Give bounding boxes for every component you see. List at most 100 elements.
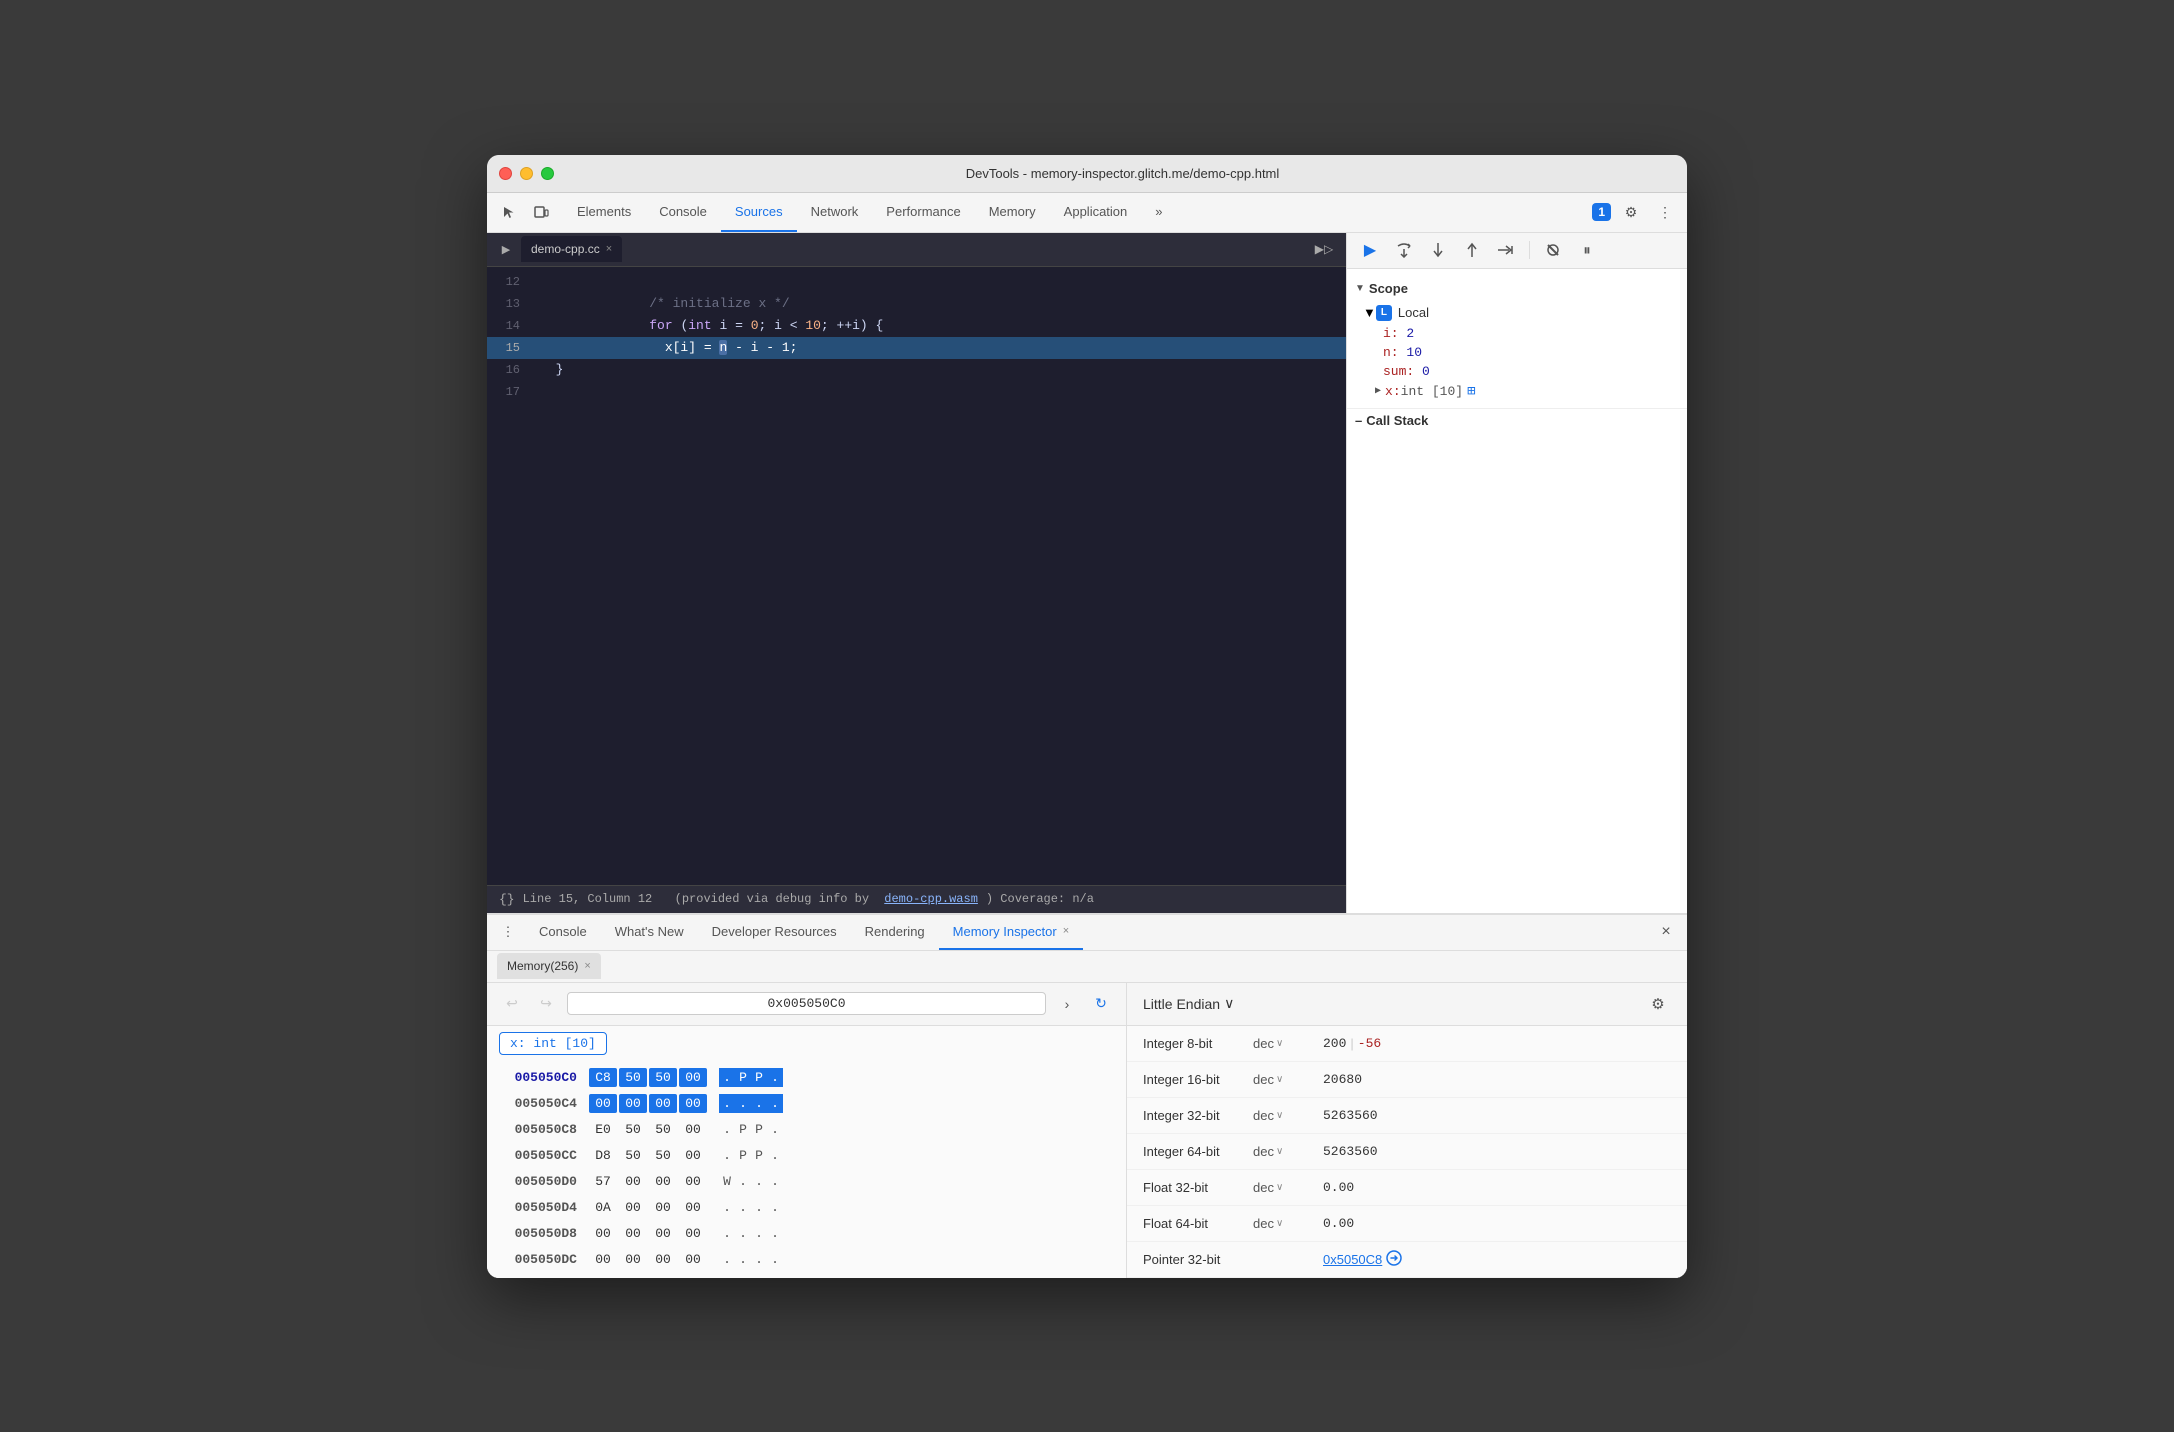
hex-byte-4-1[interactable]: 00 xyxy=(619,1172,647,1191)
tab-console[interactable]: Console xyxy=(645,193,721,232)
settings-btn[interactable]: ⚙ xyxy=(1617,198,1645,226)
hex-byte-1-3[interactable]: 00 xyxy=(679,1094,707,1113)
type-float64: Float 64-bit xyxy=(1143,1216,1253,1231)
notification-badge[interactable]: 1 xyxy=(1592,203,1611,221)
enc-int32[interactable]: dec ∨ xyxy=(1253,1108,1323,1123)
enc-float32[interactable]: dec ∨ xyxy=(1253,1180,1323,1195)
nav-back-btn[interactable]: ↩ xyxy=(499,991,525,1017)
deactivate-breakpoints-btn[interactable] xyxy=(1540,237,1566,263)
tab-more[interactable]: » xyxy=(1141,193,1176,232)
hex-byte-3-0[interactable]: D8 xyxy=(589,1146,617,1165)
bottom-tab-console[interactable]: Console xyxy=(525,914,601,950)
step-out-btn[interactable] xyxy=(1459,237,1485,263)
wasm-link[interactable]: demo-cpp.wasm xyxy=(884,892,978,906)
hex-byte-3-1[interactable]: 50 xyxy=(619,1146,647,1165)
hex-byte-0-1[interactable]: 50 xyxy=(619,1068,647,1087)
hex-byte-1-0[interactable]: 00 xyxy=(589,1094,617,1113)
enc-int16[interactable]: dec ∨ xyxy=(1253,1072,1323,1087)
hex-byte-7-2[interactable]: 00 xyxy=(649,1250,677,1269)
value-row-int64: Integer 64-bit dec ∨ 5263560 xyxy=(1127,1134,1687,1170)
tab-elements[interactable]: Elements xyxy=(563,193,645,232)
scope-header[interactable]: ▼ Scope xyxy=(1347,277,1687,300)
hex-byte-5-2[interactable]: 00 xyxy=(649,1198,677,1217)
file-tab-name: demo-cpp.cc xyxy=(531,242,600,256)
file-tab-close[interactable]: × xyxy=(606,243,612,255)
tab-performance[interactable]: Performance xyxy=(872,193,974,232)
enc-float64[interactable]: dec ∨ xyxy=(1253,1216,1323,1231)
tab-application[interactable]: Application xyxy=(1050,193,1142,232)
address-input[interactable] xyxy=(567,992,1046,1015)
more-options-btn[interactable]: ⋮ xyxy=(1651,198,1679,226)
bottom-menu-btn[interactable]: ⋮ xyxy=(495,919,521,945)
step-over-btn[interactable] xyxy=(1391,237,1417,263)
hex-byte-3-2[interactable]: 50 xyxy=(649,1146,677,1165)
nav-fwd-btn[interactable]: ↪ xyxy=(533,991,559,1017)
hex-byte-5-0[interactable]: 0A xyxy=(589,1198,617,1217)
enc-int64[interactable]: dec ∨ xyxy=(1253,1144,1323,1159)
memory-icon-x[interactable]: ⊞ xyxy=(1467,383,1475,400)
hex-byte-6-2[interactable]: 00 xyxy=(649,1224,677,1243)
local-header[interactable]: ▼ L Local xyxy=(1347,302,1687,324)
bottom-close-btn[interactable]: × xyxy=(1653,919,1679,945)
hex-byte-2-0[interactable]: E0 xyxy=(589,1120,617,1139)
bottom-tab-developer-resources[interactable]: Developer Resources xyxy=(698,914,851,950)
pointer-ext-icon[interactable] xyxy=(1386,1250,1402,1269)
hex-byte-3-3[interactable]: 00 xyxy=(679,1146,707,1165)
step-btn[interactable] xyxy=(1493,237,1519,263)
var-badge[interactable]: x: int [10] xyxy=(499,1032,607,1055)
tab-sources[interactable]: Sources xyxy=(721,193,797,232)
maximize-window-button[interactable] xyxy=(541,167,554,180)
close-window-button[interactable] xyxy=(499,167,512,180)
bottom-tab-rendering[interactable]: Rendering xyxy=(851,914,939,950)
hex-byte-4-0[interactable]: 57 xyxy=(589,1172,617,1191)
nav-next-addr-btn[interactable]: › xyxy=(1054,991,1080,1017)
hex-byte-2-2[interactable]: 50 xyxy=(649,1120,677,1139)
hex-byte-0-3[interactable]: 00 xyxy=(679,1068,707,1087)
file-tab-demo-cpp[interactable]: demo-cpp.cc × xyxy=(521,236,622,262)
hex-byte-2-1[interactable]: 50 xyxy=(619,1120,647,1139)
memory-subtab-256[interactable]: Memory(256) × xyxy=(497,953,601,979)
tab-memory[interactable]: Memory xyxy=(975,193,1050,232)
format-btn[interactable]: ▶▷ xyxy=(1310,235,1338,263)
memory-inspector-tab-close[interactable]: × xyxy=(1063,925,1069,937)
hex-addr-7: 005050DC xyxy=(499,1252,589,1267)
hex-char-1-2: . xyxy=(751,1094,767,1113)
call-stack-header[interactable]: – Call Stack xyxy=(1347,408,1687,432)
format-icon[interactable]: {} xyxy=(499,892,515,907)
pause-btn[interactable]: ⏸ xyxy=(1574,237,1600,263)
hex-byte-1-2[interactable]: 00 xyxy=(649,1094,677,1113)
device-toggle-btn[interactable] xyxy=(527,198,555,226)
memory-subtab-close[interactable]: × xyxy=(584,960,590,972)
hex-byte-7-1[interactable]: 00 xyxy=(619,1250,647,1269)
hex-byte-7-0[interactable]: 00 xyxy=(589,1250,617,1269)
endian-gear-btn[interactable]: ⚙ xyxy=(1645,991,1671,1017)
value-row-ptr32: Pointer 32-bit 0x5050C8 xyxy=(1127,1242,1687,1278)
hex-byte-4-2[interactable]: 00 xyxy=(649,1172,677,1191)
file-tree-toggle[interactable]: ▶ xyxy=(495,238,517,260)
tab-network[interactable]: Network xyxy=(797,193,873,232)
hex-byte-5-3[interactable]: 00 xyxy=(679,1198,707,1217)
hex-byte-1-1[interactable]: 00 xyxy=(619,1094,647,1113)
hex-addr-6: 005050D8 xyxy=(499,1226,589,1241)
endian-select[interactable]: Little Endian ∨ xyxy=(1143,995,1234,1012)
hex-byte-6-1[interactable]: 00 xyxy=(619,1224,647,1243)
enc-int8[interactable]: dec ∨ xyxy=(1253,1036,1323,1051)
bottom-tab-whatsnew[interactable]: What's New xyxy=(601,914,698,950)
hex-chars-4: W . . . xyxy=(719,1172,783,1191)
hex-byte-4-3[interactable]: 00 xyxy=(679,1172,707,1191)
step-into-btn[interactable] xyxy=(1425,237,1451,263)
hex-byte-2-3[interactable]: 00 xyxy=(679,1120,707,1139)
hex-byte-0-2[interactable]: 50 xyxy=(649,1068,677,1087)
bottom-tab-memory-inspector[interactable]: Memory Inspector × xyxy=(939,914,1083,950)
val-ptr32[interactable]: 0x5050C8 xyxy=(1323,1252,1382,1267)
hex-byte-5-1[interactable]: 00 xyxy=(619,1198,647,1217)
hex-byte-6-3[interactable]: 00 xyxy=(679,1224,707,1243)
hex-byte-0-0[interactable]: C8 xyxy=(589,1068,617,1087)
hex-char-2-3: . xyxy=(767,1120,783,1139)
minimize-window-button[interactable] xyxy=(520,167,533,180)
cursor-icon-btn[interactable] xyxy=(495,198,523,226)
resume-btn[interactable]: ▶ xyxy=(1357,237,1383,263)
refresh-btn[interactable]: ↻ xyxy=(1088,991,1114,1017)
hex-byte-7-3[interactable]: 00 xyxy=(679,1250,707,1269)
hex-byte-6-0[interactable]: 00 xyxy=(589,1224,617,1243)
